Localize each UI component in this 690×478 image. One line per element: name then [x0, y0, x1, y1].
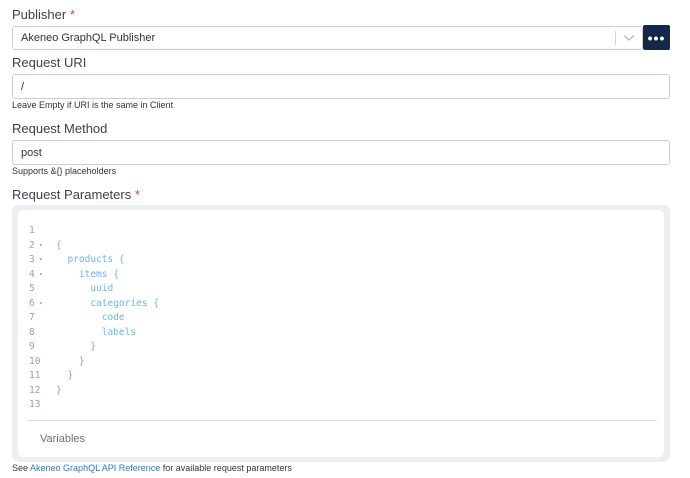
- code-line[interactable]: 11 }: [18, 369, 664, 384]
- request-uri-input[interactable]: /: [12, 74, 670, 99]
- line-number: 1: [29, 225, 35, 236]
- code-line[interactable]: 1: [18, 224, 664, 239]
- editor-divider: [27, 420, 657, 421]
- code-line[interactable]: 9 }: [18, 340, 664, 355]
- code-line[interactable]: 3 ▾ products {: [18, 253, 664, 268]
- code-text: {: [56, 239, 62, 251]
- code-line[interactable]: 7 code: [18, 311, 664, 326]
- code-text: categories {: [90, 297, 159, 309]
- request-method-label: Request Method: [12, 121, 108, 136]
- line-number: 12: [29, 384, 41, 396]
- required-marker: *: [69, 7, 75, 22]
- request-method-input[interactable]: post: [12, 140, 670, 165]
- code-line[interactable]: 12}: [18, 384, 664, 399]
- code-text: }: [78, 355, 85, 367]
- line-number: 5: [29, 283, 35, 294]
- variables-toggle[interactable]: Variables: [40, 433, 85, 445]
- code-text: labels: [101, 326, 137, 338]
- fold-arrow-icon[interactable]: ▾: [39, 253, 43, 268]
- request-parameters-label: Request Parameters *: [12, 187, 140, 202]
- publisher-label: Publisher *: [12, 7, 75, 22]
- api-reference-note: See Akeneo GraphQL API Reference for ava…: [12, 463, 292, 473]
- code-text: }: [90, 341, 97, 352]
- code-text: code: [101, 312, 125, 323]
- line-number: 11: [29, 370, 41, 381]
- required-marker: *: [134, 187, 140, 202]
- code-line[interactable]: 13: [18, 398, 664, 413]
- request-uri-hint: Leave Empty if URI is the same in Client: [12, 100, 174, 110]
- publisher-select[interactable]: Akeneo GraphQL Publisher: [12, 26, 643, 50]
- request-uri-label: Request URI: [12, 55, 87, 70]
- api-reference-link[interactable]: Akeneo GraphQL API Reference: [30, 463, 160, 473]
- graphql-editor-panel: 1 2 ▾{3 ▾ products {4 ▾ items {5 uuid 6 ▾ cate…: [18, 210, 664, 457]
- code-line[interactable]: 10 }: [18, 355, 664, 370]
- line-number: 13: [29, 399, 41, 410]
- line-number: 8: [29, 326, 35, 338]
- fold-arrow-icon[interactable]: ▾: [39, 268, 43, 283]
- code-text: uuid: [90, 283, 114, 294]
- chevron-down-icon[interactable]: [616, 27, 642, 49]
- code-text: }: [56, 384, 62, 396]
- code-text: products {: [67, 254, 125, 265]
- publisher-select-value: Akeneo GraphQL Publisher: [21, 32, 156, 44]
- graphql-editor: 1 2 ▾{3 ▾ products {4 ▾ items {5 uuid 6 ▾ cate…: [12, 205, 670, 462]
- code-line[interactable]: 8 labels: [18, 326, 664, 341]
- code-text: }: [67, 370, 74, 381]
- more-dots-icon: •••: [647, 29, 666, 46]
- code-line[interactable]: 5 uuid: [18, 282, 664, 297]
- publisher-more-button[interactable]: •••: [643, 25, 670, 50]
- request-method-hint: Supports &{} placeholders: [12, 166, 117, 176]
- fold-arrow-icon[interactable]: ▾: [39, 297, 43, 312]
- code-line[interactable]: 6 ▾ categories {: [18, 297, 664, 312]
- line-number: 7: [29, 312, 35, 323]
- fold-arrow-icon[interactable]: ▾: [39, 239, 43, 254]
- query-code-area[interactable]: 1 2 ▾{3 ▾ products {4 ▾ items {5 uuid 6 ▾ cate…: [18, 224, 664, 413]
- code-line[interactable]: 2 ▾{: [18, 239, 664, 254]
- line-number: 10: [29, 355, 41, 367]
- code-text: items {: [78, 268, 119, 280]
- line-number: 9: [29, 341, 35, 352]
- code-line[interactable]: 4 ▾ items {: [18, 268, 664, 283]
